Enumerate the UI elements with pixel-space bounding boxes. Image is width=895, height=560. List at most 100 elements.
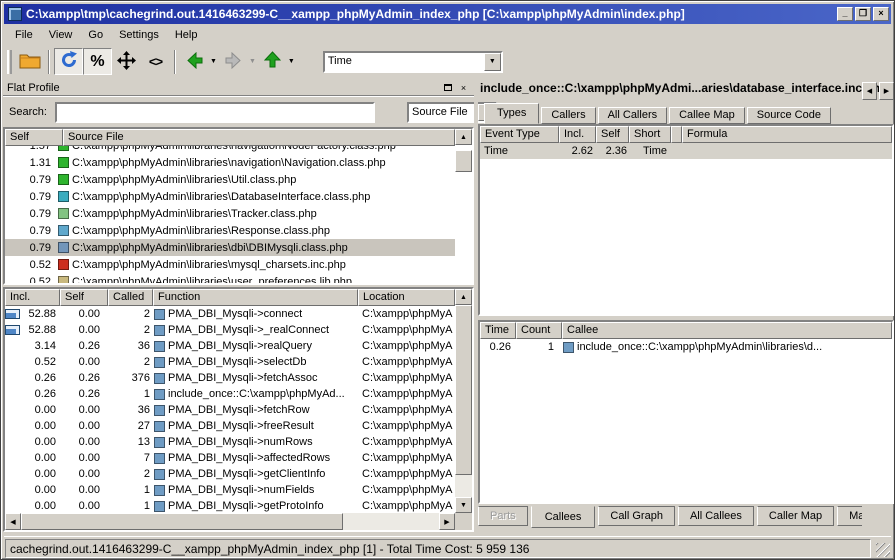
scroll-right-arrow[interactable]: ▶: [439, 513, 455, 530]
tab-machine[interactable]: Machine: [837, 506, 862, 526]
scrollbar-thumb[interactable]: [455, 150, 472, 172]
function-row[interactable]: 0.000.007PMA_DBI_Mysqli->affectedRowsC:\…: [5, 450, 455, 466]
scroll-down-arrow[interactable]: ▼: [455, 497, 472, 513]
tab-all-callers[interactable]: All Callers: [598, 107, 668, 124]
file-row[interactable]: 1.57C:\xampp\phpMyAdmin\libraries\naviga…: [5, 146, 455, 154]
forward-button[interactable]: [219, 48, 248, 75]
tab-callee-map[interactable]: Callee Map: [669, 107, 745, 124]
function-row[interactable]: 0.520.002PMA_DBI_Mysqli->selectDbC:\xamp…: [5, 354, 455, 370]
toolbar-handle[interactable]: [7, 50, 12, 74]
function-row[interactable]: 0.000.0013PMA_DBI_Mysqli->numRowsC:\xamp…: [5, 434, 455, 450]
menu-item-settings[interactable]: Settings: [111, 27, 167, 43]
tab-caller-map[interactable]: Caller Map: [757, 506, 834, 526]
scrollbar-thumb[interactable]: [455, 305, 472, 475]
column-header-spacer[interactable]: [671, 126, 682, 143]
file-type-icon: [58, 174, 69, 185]
back-dropdown-arrow[interactable]: ▼: [210, 58, 217, 65]
tab-scroll-left-arrow[interactable]: ◀: [862, 82, 877, 100]
file-row[interactable]: 0.79C:\xampp\phpMyAdmin\libraries\dbi\DB…: [5, 239, 455, 256]
function-row[interactable]: 0.000.0036PMA_DBI_Mysqli->fetchRowC:\xam…: [5, 402, 455, 418]
file-row[interactable]: 0.52C:\xampp\phpMyAdmin\libraries\user_p…: [5, 273, 455, 283]
column-header-self[interactable]: Self: [60, 289, 108, 306]
tab-parts[interactable]: Parts: [478, 506, 528, 526]
reload-button[interactable]: [54, 48, 83, 75]
file-row[interactable]: 0.79C:\xampp\phpMyAdmin\libraries\Respon…: [5, 222, 455, 239]
up-dropdown-arrow[interactable]: ▼: [288, 58, 295, 65]
column-header-formula[interactable]: Formula: [682, 126, 892, 143]
column-header-function[interactable]: Function: [153, 289, 358, 306]
menu-item-help[interactable]: Help: [167, 27, 206, 43]
menu-item-view[interactable]: View: [41, 27, 81, 43]
scroll-up-arrow[interactable]: ▲: [455, 289, 472, 305]
menu-item-file[interactable]: File: [7, 27, 41, 43]
column-header-self[interactable]: Self: [596, 126, 629, 143]
function-list-horizontal-scrollbar[interactable]: ◀ ▶: [5, 513, 455, 530]
expand-areas-button[interactable]: [112, 48, 141, 75]
function-name: PMA_DBI_Mysqli->affectedRows: [168, 452, 358, 464]
title-bar[interactable]: C:\xampp\tmp\cachegrind.out.1416463299-C…: [4, 4, 891, 24]
file-row[interactable]: 0.79C:\xampp\phpMyAdmin\libraries\Databa…: [5, 188, 455, 205]
incl-cost-value: 0.00: [22, 420, 60, 432]
app-icon[interactable]: [8, 7, 22, 21]
self-cost-value: 1.31: [5, 157, 57, 169]
column-header-incl-[interactable]: Incl.: [559, 126, 596, 143]
tab-callers[interactable]: Callers: [541, 107, 595, 124]
column-header-event-type[interactable]: Event Type: [480, 126, 559, 143]
function-row[interactable]: 0.000.002PMA_DBI_Mysqli->getClientInfoC:…: [5, 466, 455, 482]
called-count-value: 1: [108, 500, 153, 512]
search-input[interactable]: [55, 102, 375, 123]
file-row[interactable]: 0.79C:\xampp\phpMyAdmin\libraries\Tracke…: [5, 205, 455, 222]
maximize-button[interactable]: ❐: [855, 7, 871, 21]
event-type-row[interactable]: Time2.622.36Time: [480, 143, 892, 159]
event-type-selector[interactable]: Time ▼: [323, 51, 503, 73]
scroll-left-arrow[interactable]: ◀: [5, 513, 21, 530]
function-row[interactable]: 52.880.002PMA_DBI_Mysqli->connectC:\xamp…: [5, 306, 455, 322]
column-header-incl-[interactable]: Incl.: [5, 289, 60, 306]
column-header-self[interactable]: Self: [5, 129, 63, 146]
column-header-callee[interactable]: Callee: [562, 322, 892, 339]
tab-callees[interactable]: Callees: [531, 506, 596, 528]
minimize-button[interactable]: _: [837, 7, 853, 21]
callee-row[interactable]: 0.261include_once::C:\xampp\phpMyAdmin\l…: [480, 339, 892, 355]
combo-dropdown-button[interactable]: ▼: [484, 53, 501, 71]
function-cell: PMA_DBI_Mysqli->affectedRows: [153, 452, 358, 464]
tab-source-code[interactable]: Source Code: [747, 107, 831, 124]
function-list-vertical-scrollbar[interactable]: ▲ ▼: [455, 289, 472, 513]
resize-grip[interactable]: [876, 543, 890, 557]
scrollbar-thumb[interactable]: [21, 513, 343, 530]
column-header-called[interactable]: Called: [108, 289, 153, 306]
dock-title-bar[interactable]: Flat Profile ×: [3, 79, 474, 97]
function-row[interactable]: 0.260.261include_once::C:\xampp\phpMyAd.…: [5, 386, 455, 402]
file-row[interactable]: 1.31C:\xampp\phpMyAdmin\libraries\naviga…: [5, 154, 455, 171]
column-header-location[interactable]: Location: [358, 289, 455, 306]
percent-button[interactable]: %: [83, 48, 112, 75]
column-header-short[interactable]: Short: [629, 126, 671, 143]
scroll-up-arrow[interactable]: ▲: [455, 129, 472, 145]
tab-scroll-right-arrow[interactable]: ▶: [879, 82, 894, 100]
column-header-source-file[interactable]: Source File: [63, 129, 455, 146]
column-header-time[interactable]: Time: [480, 322, 516, 339]
close-panel-button[interactable]: ×: [457, 81, 470, 94]
file-row[interactable]: 0.52C:\xampp\phpMyAdmin\libraries\mysql_…: [5, 256, 455, 273]
open-file-button[interactable]: [15, 48, 44, 75]
function-row[interactable]: 0.260.26376PMA_DBI_Mysqli->fetchAssocC:\…: [5, 370, 455, 386]
up-button[interactable]: [258, 48, 287, 75]
forward-dropdown-arrow[interactable]: ▼: [249, 58, 256, 65]
back-button[interactable]: [180, 48, 209, 75]
function-row[interactable]: 0.000.001PMA_DBI_Mysqli->numFieldsC:\xam…: [5, 482, 455, 498]
function-row[interactable]: 3.140.2636PMA_DBI_Mysqli->realQueryC:\xa…: [5, 338, 455, 354]
file-row[interactable]: 0.79C:\xampp\phpMyAdmin\libraries\Util.c…: [5, 171, 455, 188]
float-panel-button[interactable]: [441, 81, 454, 94]
tab-all-callees[interactable]: All Callees: [678, 506, 754, 526]
column-header-count[interactable]: Count: [516, 322, 562, 339]
tab-call-graph[interactable]: Call Graph: [598, 506, 675, 526]
function-row[interactable]: 0.000.0027PMA_DBI_Mysqli->freeResultC:\x…: [5, 418, 455, 434]
show-source-button[interactable]: <>: [141, 48, 170, 75]
function-row[interactable]: 0.000.001PMA_DBI_Mysqli->getProtoInfoC:\…: [5, 498, 455, 513]
tab-types[interactable]: Types: [484, 103, 539, 124]
scroll-down-arrow[interactable]: ▼: [455, 127, 472, 129]
function-row[interactable]: 52.880.002PMA_DBI_Mysqli->_realConnectC:…: [5, 322, 455, 338]
menu-item-go[interactable]: Go: [80, 27, 111, 43]
close-button[interactable]: ×: [873, 7, 889, 21]
incl-cost-value: 3.14: [22, 340, 60, 352]
